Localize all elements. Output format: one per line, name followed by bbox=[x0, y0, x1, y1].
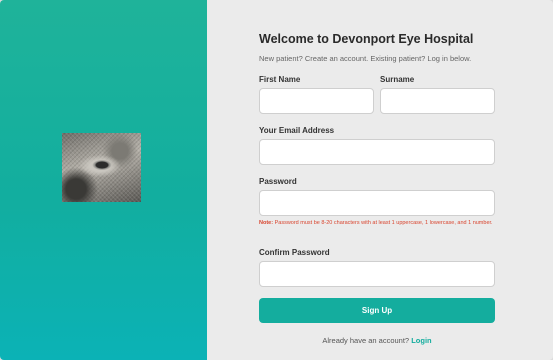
signup-window: Welcome to Devonport Eye Hospital New pa… bbox=[0, 0, 553, 360]
note-prefix: Note: bbox=[259, 220, 274, 226]
password-label: Password bbox=[259, 177, 297, 186]
login-prompt-text: Already have an account? bbox=[322, 336, 410, 345]
surname-input[interactable] bbox=[380, 88, 495, 114]
first-name-input[interactable] bbox=[259, 88, 374, 114]
first-name-label: First Name bbox=[259, 75, 301, 84]
page-subtitle: New patient? Create an account. Existing… bbox=[259, 54, 472, 63]
note-text: Password must be 8-20 characters with at… bbox=[273, 220, 493, 226]
sign-up-button[interactable]: Sign Up bbox=[259, 298, 495, 323]
email-input[interactable] bbox=[259, 139, 495, 165]
signup-form-panel: Welcome to Devonport Eye Hospital New pa… bbox=[207, 0, 553, 360]
page-title: Welcome to Devonport Eye Hospital bbox=[259, 32, 474, 46]
password-input[interactable] bbox=[259, 190, 495, 216]
hero-panel bbox=[0, 0, 207, 360]
surname-label: Surname bbox=[380, 75, 415, 84]
login-link[interactable]: Login bbox=[411, 336, 431, 345]
confirm-password-input[interactable] bbox=[259, 261, 495, 287]
login-prompt: Already have an account? Login bbox=[259, 336, 495, 345]
mosaic-eye-image bbox=[62, 133, 141, 202]
email-label: Your Email Address bbox=[259, 126, 335, 135]
confirm-password-label: Confirm Password bbox=[259, 248, 330, 257]
password-rules-note: Note: Password must be 8-20 characters w… bbox=[259, 220, 499, 227]
